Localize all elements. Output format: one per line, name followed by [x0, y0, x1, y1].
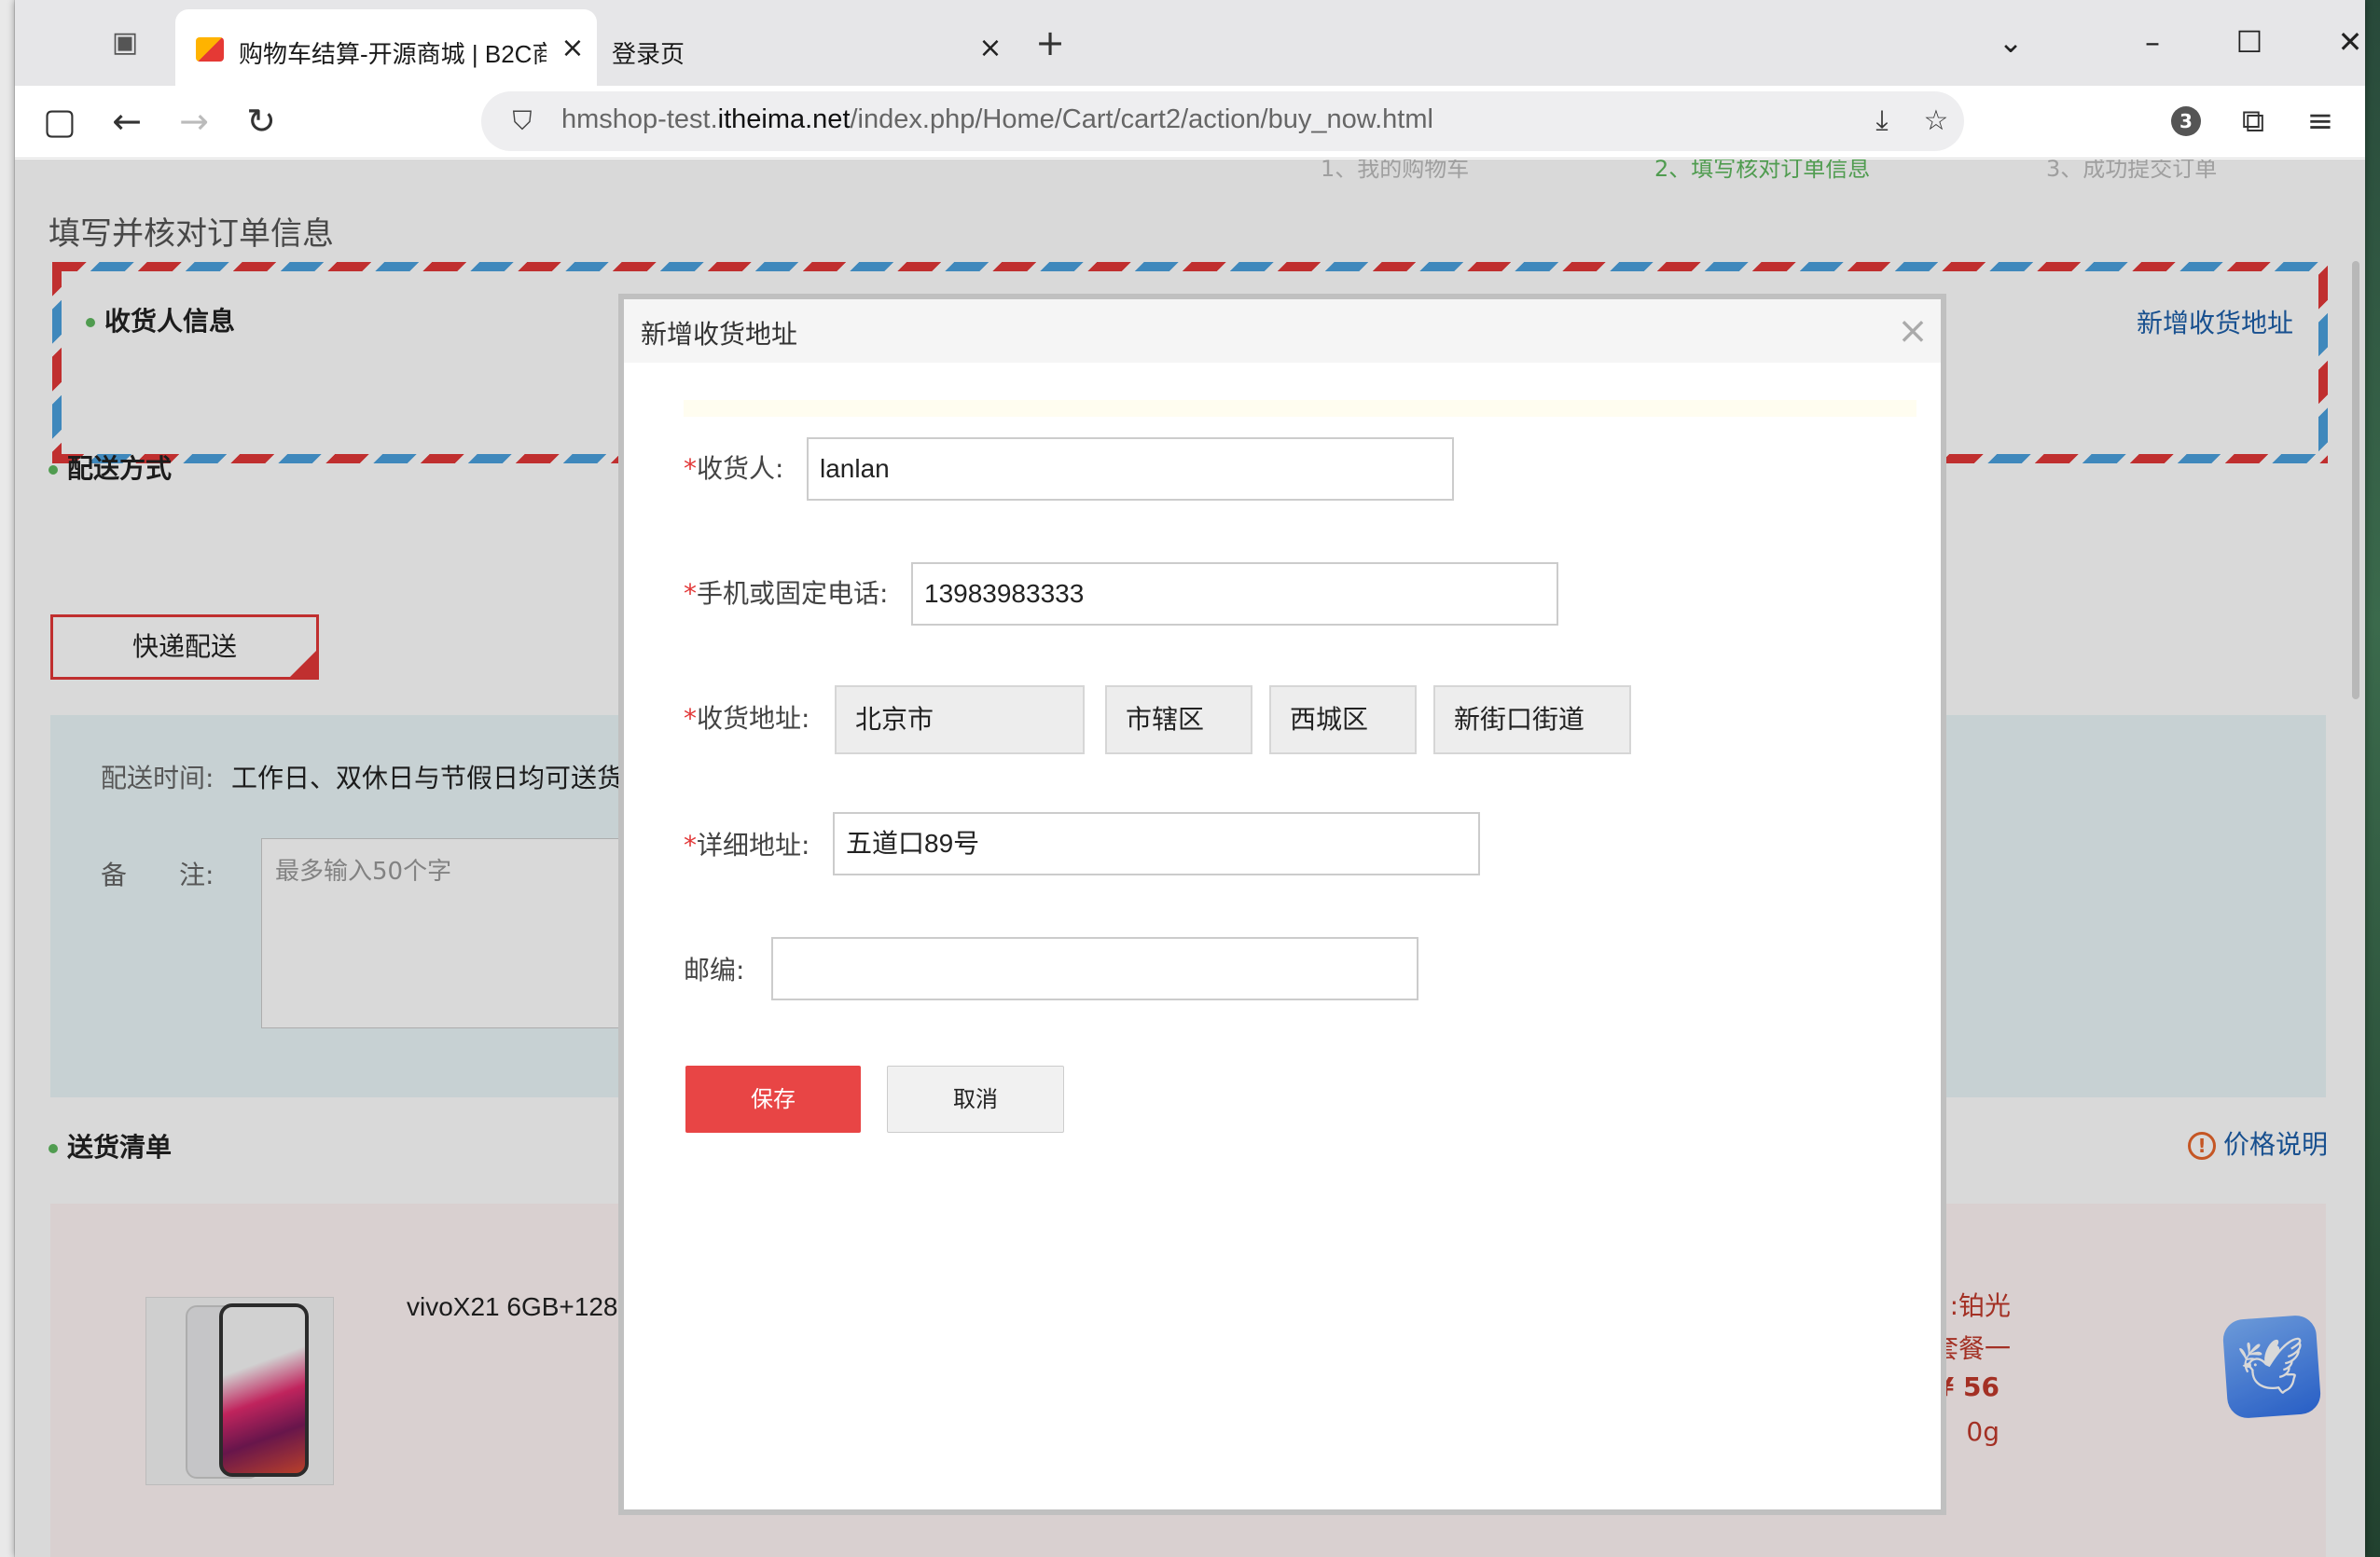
new-tab-button[interactable]: +	[1031, 24, 1069, 62]
region-label: *收货地址:	[684, 703, 810, 734]
install-app-icon[interactable]: ⤓	[1863, 103, 1901, 140]
district-select[interactable]: 西城区	[1269, 685, 1417, 754]
minimize-icon[interactable]: –	[2124, 21, 2180, 63]
new-address-dialog: 新增收货地址 × *收货人: lanlan *手机或固定电话: 13983983…	[618, 294, 1946, 1515]
detail-address-label: *详细地址:	[684, 830, 810, 861]
extension-badge[interactable]: 3	[2171, 106, 2201, 136]
page-scrollbar[interactable]	[2352, 261, 2359, 699]
reload-icon[interactable]: ↻	[237, 97, 285, 145]
dialog-close-icon[interactable]: ×	[1894, 312, 1931, 350]
address-bar[interactable]: ⛉ hmshop-test.itheima.net/index.php/Home…	[481, 91, 1964, 151]
desktop-wallpaper	[2365, 0, 2380, 1557]
city-select[interactable]: 市辖区	[1105, 685, 1252, 754]
tab-login[interactable]: 登录页 ×	[604, 9, 1015, 86]
consignee-label: *收货人:	[684, 453, 784, 484]
dialog-tip-bar	[684, 400, 1916, 417]
cancel-button[interactable]: 取消	[887, 1066, 1064, 1133]
browser-window: ▣ 购物车结算-开源商城 | B2C商城 × 登录页 × + ⌄ – ☐ ✕ ▢…	[15, 0, 2365, 1557]
detail-address-input[interactable]: 五道口89号	[833, 812, 1480, 875]
save-button[interactable]: 保存	[685, 1066, 861, 1133]
menu-icon[interactable]: ≡	[2296, 97, 2345, 145]
street-select[interactable]: 新街口街道	[1433, 685, 1631, 754]
tab-actions-icon[interactable]: ▣	[108, 26, 142, 60]
extensions-icon[interactable]: ⧉	[2229, 97, 2277, 145]
sidebar-icon[interactable]: ▢	[35, 97, 84, 145]
close-tab-icon[interactable]: ×	[974, 30, 1007, 67]
maximize-icon[interactable]: ☐	[2221, 21, 2277, 63]
province-select[interactable]: 北京市	[835, 685, 1085, 754]
zip-label: 邮编:	[684, 955, 745, 985]
back-icon[interactable]: ←	[103, 97, 151, 145]
bookmark-star-icon[interactable]: ☆	[1917, 103, 1955, 140]
zip-input[interactable]	[771, 937, 1418, 1000]
close-tab-icon[interactable]: ×	[556, 30, 589, 67]
shop-favicon-icon	[196, 37, 224, 62]
dialog-title: 新增收货地址	[624, 299, 1941, 363]
tab-cart-checkout[interactable]: 购物车结算-开源商城 | B2C商城 ×	[175, 9, 597, 86]
phone-label: *手机或固定电话:	[684, 578, 889, 609]
close-window-icon[interactable]: ✕	[2322, 21, 2378, 63]
consignee-input[interactable]: lanlan	[807, 437, 1454, 501]
tab-title: 登录页	[612, 40, 685, 68]
tab-title: 购物车结算-开源商城 | B2C商城	[239, 40, 547, 68]
tab-list-chevron-icon[interactable]: ⌄	[1983, 21, 2039, 63]
security-shield-icon[interactable]: ⛉	[505, 104, 539, 138]
phone-input[interactable]: 13983983333	[911, 562, 1558, 626]
background-window-edge	[0, 0, 15, 1557]
url-text[interactable]: hmshop-test.itheima.net/index.php/Home/C…	[561, 104, 1433, 135]
forward-icon[interactable]: →	[170, 97, 218, 145]
